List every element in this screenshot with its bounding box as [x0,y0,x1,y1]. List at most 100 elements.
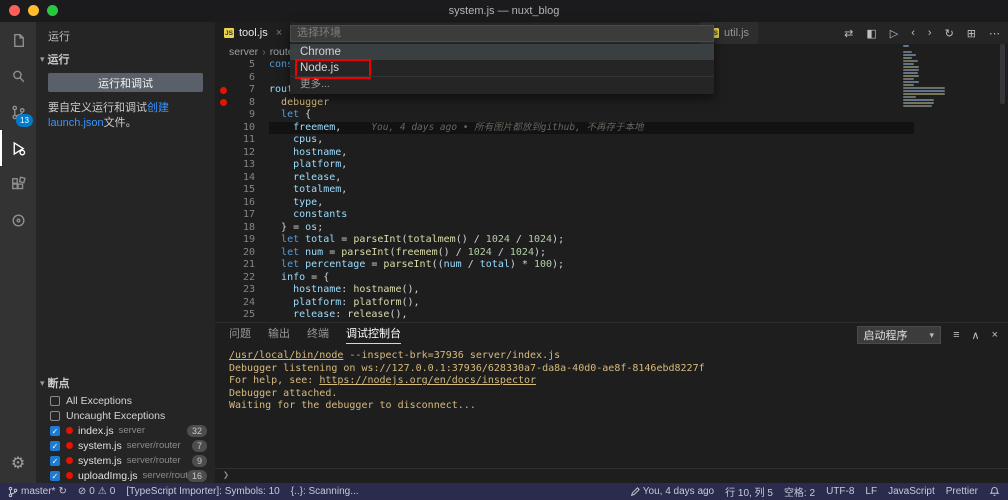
launch-config-select[interactable]: 启动程序 ▾ [857,326,942,344]
breakpoint-row[interactable]: ✓index.jsserver32 [36,423,215,438]
breakpoint-row[interactable]: ✓system.jsserver/router9 [36,453,215,468]
breakpoint-icon[interactable] [220,99,227,106]
quick-pick-input[interactable] [290,25,714,42]
checkbox[interactable] [50,411,60,421]
ts-importer-item[interactable]: [TypeScript Importer]: Symbols: 10 [126,486,279,497]
panel-tab-调试控制台[interactable]: 调试控制台 [346,325,401,344]
breakpoint-gutter[interactable] [215,197,231,210]
debug-console-input[interactable]: ❯ [215,468,1008,483]
run-and-debug-button[interactable]: 运行和调试 [48,73,203,92]
breakpoint-gutter[interactable] [215,59,231,72]
breakpoint-gutter[interactable] [215,309,231,322]
minimap[interactable] [903,45,947,108]
extensions-icon[interactable] [0,166,36,202]
breakpoint-gutter[interactable] [215,159,231,172]
navigate-back-icon[interactable]: ‹ [911,27,915,39]
line-number: 15 [231,184,255,197]
breakpoint-gutter[interactable] [215,84,231,97]
editor-scrollbar[interactable] [1000,44,1005,104]
close-tab-icon[interactable]: × [276,27,282,39]
code-editor[interactable]: 5const67router.8 debugger9 let {10 freem… [215,59,1008,322]
breakpoint-icon[interactable] [220,87,227,94]
zoom-window-icon[interactable] [47,5,58,16]
breakpoint-gutter[interactable] [215,247,231,260]
notifications-bell-icon[interactable] [989,486,1000,497]
breakpoint-gutter[interactable] [215,297,231,310]
split-editor-icon[interactable]: ⊞ [967,27,976,40]
breakpoint-gutter[interactable] [215,172,231,185]
close-window-icon[interactable] [9,5,20,16]
split-diff-icon[interactable]: ◧ [866,27,876,40]
quick-pick-item-Chrome[interactable]: Chrome [290,44,714,60]
encoding-item[interactable]: UTF-8 [826,486,854,497]
debug-console-output: /usr/local/bin/node --inspect-brk=37936 … [215,345,1008,413]
filter-icon[interactable]: ≡ [953,329,959,341]
more-actions-icon[interactable]: ⋯ [989,27,1000,40]
breakpoints-header[interactable]: ▾ 断点 [36,373,215,393]
scanning-item[interactable]: {..}: Scanning... [291,486,359,497]
search-icon[interactable] [0,58,36,94]
open-changes-icon[interactable]: ⇄ [844,27,853,40]
js-file-icon: JS [224,28,234,38]
breakpoint-gutter[interactable] [215,134,231,147]
breakpoint-exception-row[interactable]: All Exceptions [36,393,215,408]
quick-pick-item-Node.js[interactable]: Node.js [290,60,714,76]
quick-pick-item-更多...[interactable]: 更多... [290,76,714,92]
breakpoint-gutter[interactable] [215,147,231,160]
git-branch-item[interactable]: master* ↻ [8,486,67,498]
checkbox[interactable] [50,396,60,406]
breakpoint-gutter[interactable] [215,109,231,122]
run-file-icon[interactable]: ▷ [890,27,898,40]
maximize-panel-icon[interactable]: ∧ [972,329,980,342]
breakpoint-gutter[interactable] [215,97,231,110]
minimize-window-icon[interactable] [28,5,39,16]
console-line: /usr/local/bin/node --inspect-brk=37936 … [229,350,1008,363]
run-section-header[interactable]: ▾ 运行 [36,46,215,69]
run-sidebar: 运行 ▾ 运行 运行和调试 要自定义运行和调试创建 launch.json文件。… [36,22,215,483]
breadcrumb-item[interactable]: server [229,46,258,58]
indentation-item[interactable]: 空格: 2 [784,484,815,499]
code-line: 15 totalmem, [215,184,1008,197]
formatter-item[interactable]: Prettier [946,486,978,497]
checkbox[interactable]: ✓ [50,456,60,466]
breakpoint-gutter[interactable] [215,284,231,297]
explorer-icon[interactable] [0,22,36,58]
cursor-position-item[interactable]: 行 10, 列 5 [725,484,773,499]
breakpoint-gutter[interactable] [215,209,231,222]
panel-tab-终端[interactable]: 终端 [307,325,329,343]
checkbox[interactable]: ✓ [50,441,60,451]
panel-tab-问题[interactable]: 问题 [229,325,251,343]
sync-icon[interactable]: ↻ [58,486,66,497]
breakpoint-gutter[interactable] [215,234,231,247]
editor-tab-tool.js[interactable]: JStool.js× [215,22,291,44]
blame-item[interactable]: You, 4 days ago [630,486,714,497]
panel-tab-输出[interactable]: 输出 [268,325,290,343]
console-link[interactable]: /usr/local/bin/node [229,350,343,361]
breakpoint-gutter[interactable] [215,72,231,85]
breakpoint-gutter[interactable] [215,272,231,285]
breakpoint-gutter[interactable] [215,184,231,197]
breakpoint-gutter[interactable] [215,122,231,135]
run-and-debug-icon[interactable] [0,130,36,166]
console-link[interactable]: https://nodejs.org/en/docs/inspector [319,375,536,386]
eol-item[interactable]: LF [865,486,877,497]
breakpoint-row[interactable]: ✓system.jsserver/router7 [36,438,215,453]
language-mode-item[interactable]: JavaScript [888,486,935,497]
breakpoint-gutter[interactable] [215,259,231,272]
console-line: Waiting for the debugger to disconnect..… [229,400,1008,413]
close-panel-icon[interactable]: × [992,329,998,341]
breakpoint-gutter[interactable] [215,222,231,235]
refresh-icon[interactable]: ↻ [945,27,954,40]
settings-gear-icon[interactable]: ⚙ [0,449,36,477]
code-line: 22 info = { [215,272,1008,285]
navigate-forward-icon[interactable]: › [928,27,932,39]
breakpoint-icon [66,472,73,479]
source-control-icon[interactable]: 13 [0,94,36,130]
checkbox[interactable]: ✓ [50,426,60,436]
breakpoint-exception-row[interactable]: Uncaught Exceptions [36,408,215,423]
problems-item[interactable]: ⊘0 ⚠0 [78,486,115,497]
breakpoint-row[interactable]: ✓uploadImg.jsserver/router16 [36,468,215,483]
circle-view-icon[interactable] [0,202,36,238]
checkbox[interactable]: ✓ [50,471,60,481]
line-text: let total = parseInt(totalmem() / 1024 /… [269,234,914,247]
